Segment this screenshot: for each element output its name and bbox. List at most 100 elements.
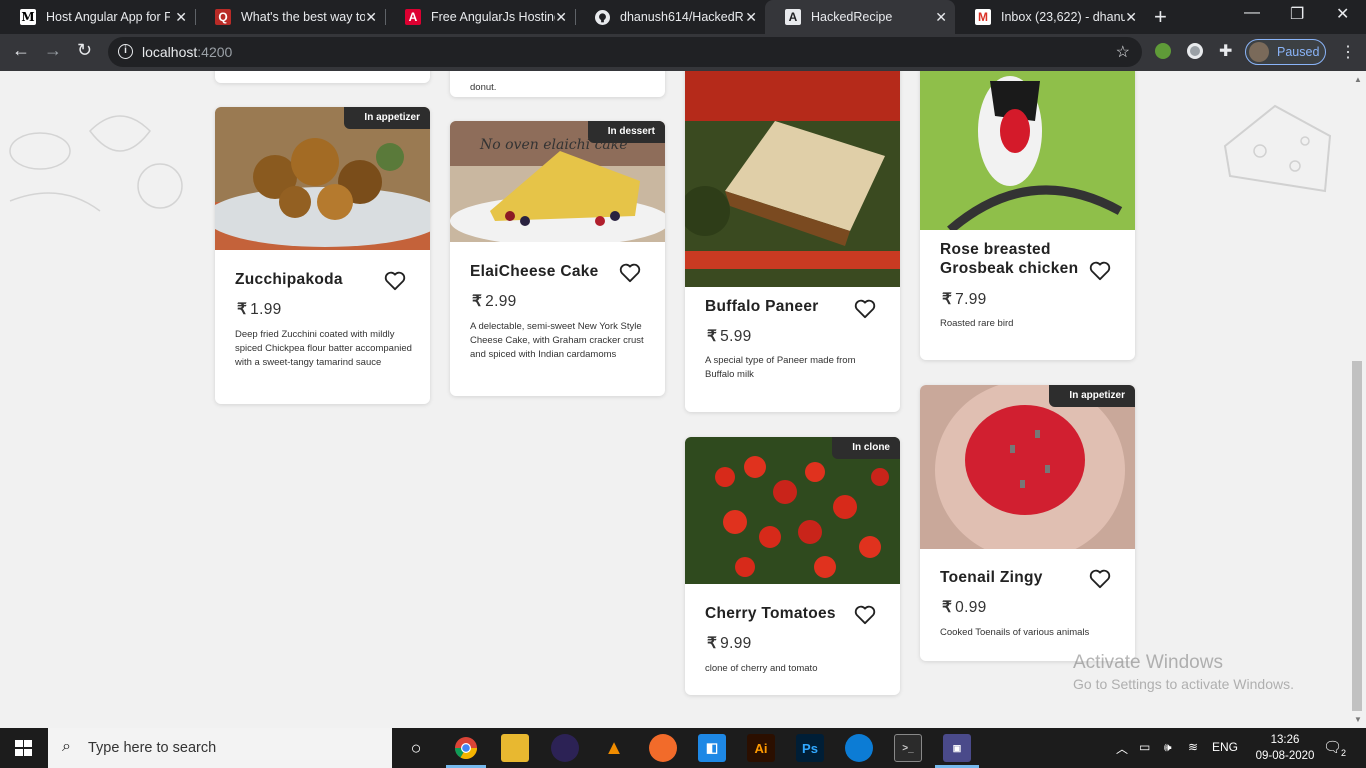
recipe-description: Deep fried Zucchini coated with mildly s…	[235, 329, 412, 368]
new-tab-plus-icon[interactable]: +	[1154, 4, 1167, 30]
cheese-doodle-icon	[1223, 104, 1332, 193]
recipe-card-partial[interactable]	[215, 71, 430, 83]
watermark-title: Activate Windows	[1073, 652, 1223, 673]
recipe-name: Rose breasted Grosbeak chicken	[940, 241, 1079, 277]
recipe-description: donut.	[470, 82, 497, 93]
extensions-puzzle-icon[interactable]: ✚	[1219, 41, 1232, 61]
eclipse-icon[interactable]	[551, 734, 579, 762]
page-scrollbar[interactable]: ▲ ▼	[1350, 71, 1366, 728]
minimize-icon[interactable]: —	[1244, 4, 1260, 22]
taskbar-search-box[interactable]: ⌕ Type here to search	[48, 728, 392, 768]
photoshop-icon[interactable]: Ps	[796, 734, 824, 762]
close-icon[interactable]: ✕	[935, 9, 947, 26]
url-port: :4200	[197, 44, 233, 60]
forward-arrow-icon[interactable]: →	[44, 40, 62, 61]
notification-center-icon[interactable]: 🗨	[1323, 738, 1342, 756]
angular-icon: A	[405, 9, 421, 25]
back-arrow-icon[interactable]: ←	[12, 40, 30, 61]
scroll-up-arrow-icon[interactable]: ▲	[1354, 75, 1362, 84]
tab-github[interactable]: dhanush614/HackedRe ✕	[575, 0, 765, 34]
extension-record-icon[interactable]	[1187, 43, 1203, 59]
recipe-card[interactable]: In appetizer Zucchipakoda ₹1.99 Deep fri…	[215, 107, 430, 404]
tab-gmail[interactable]: M Inbox (23,622) - dhanus ✕	[955, 0, 1145, 34]
menu-kebab-icon[interactable]: ⋮	[1340, 42, 1356, 62]
tab-title: Inbox (23,622) - dhanus	[1001, 10, 1125, 24]
recipe-card[interactable]: No oven elaichi cake In dessert ElaiChee…	[450, 121, 665, 396]
close-icon[interactable]: ✕	[175, 9, 187, 26]
file-explorer-icon[interactable]	[501, 734, 529, 762]
recipe-description: clone of cherry and tomato	[705, 663, 818, 674]
reload-icon[interactable]: ↻	[77, 40, 92, 61]
tab-host-angular[interactable]: M Host Angular App for F ✕	[0, 0, 195, 34]
heart-favorite-icon[interactable]	[854, 605, 876, 625]
scroll-down-arrow-icon[interactable]: ▼	[1354, 715, 1362, 724]
recipe-card[interactable]: In appetizer Toenail Zingy ₹0.99 Cooked …	[920, 385, 1135, 661]
close-window-icon[interactable]: ✕	[1336, 4, 1349, 24]
url-host: localhost	[142, 44, 198, 60]
clock-time: 13:26	[1270, 734, 1300, 746]
terminal-icon[interactable]: >_	[894, 734, 922, 762]
scrollbar-thumb[interactable]	[1352, 361, 1362, 711]
github-icon	[595, 9, 610, 25]
recipe-card[interactable]: Buffalo Paneer ₹5.99 A special type of P…	[685, 71, 900, 412]
close-icon[interactable]: ✕	[745, 9, 757, 26]
game-app-icon[interactable]: ▣	[943, 734, 971, 762]
restore-icon[interactable]: ❐	[1290, 4, 1304, 24]
edge-icon[interactable]	[845, 734, 873, 762]
price-value: 9.99	[720, 635, 752, 652]
recipe-page: donut. In appetizer Zucchipakoda ₹1.99 D…	[0, 71, 1350, 728]
recipe-card-partial[interactable]: donut.	[450, 71, 665, 97]
vlc-icon[interactable]: ▲	[600, 734, 628, 762]
chrome-icon[interactable]	[452, 734, 480, 762]
language-indicator[interactable]: ENG	[1212, 740, 1238, 754]
site-info-icon[interactable]: i	[118, 44, 133, 59]
toenail-photo	[920, 385, 1135, 549]
heart-favorite-icon[interactable]	[1089, 569, 1111, 589]
quora-icon: Q	[215, 9, 231, 25]
task-view-icon[interactable]: ○	[402, 734, 430, 762]
medium-icon: M	[20, 9, 36, 25]
tab-quora[interactable]: Q What's the best way to ✕	[195, 0, 385, 34]
recipe-price: ₹0.99	[942, 598, 987, 617]
tray-chevron-up-icon[interactable]: ︿	[1116, 740, 1128, 757]
address-bar[interactable]: i localhost:4200 ☆	[108, 37, 1142, 67]
tab-title: What's the best way to	[241, 10, 365, 24]
system-clock[interactable]: 13:26 09-08-2020	[1250, 732, 1320, 764]
recipe-price: ₹9.99	[707, 634, 752, 653]
rupee-icon: ₹	[237, 301, 248, 318]
avatar	[1249, 42, 1269, 62]
heart-favorite-icon[interactable]	[384, 271, 406, 291]
postman-icon[interactable]	[649, 734, 677, 762]
windows-start-icon[interactable]	[15, 740, 32, 756]
bookmark-star-icon[interactable]: ☆	[1116, 42, 1130, 62]
clock-date: 09-08-2020	[1255, 750, 1315, 762]
price-value: 0.99	[955, 599, 987, 616]
illustrator-icon[interactable]: Ai	[747, 734, 775, 762]
editor-app-icon[interactable]: ◧	[698, 734, 726, 762]
close-icon[interactable]: ✕	[1125, 9, 1137, 26]
close-icon[interactable]: ✕	[365, 9, 377, 26]
browser-toolbar: ← → ↻ i localhost:4200 ☆ ✚ Paused ⋮	[0, 34, 1366, 71]
battery-icon[interactable]: ▭	[1139, 740, 1150, 754]
wifi-icon[interactable]: ≋	[1188, 740, 1198, 754]
tab-angular-hosting[interactable]: A Free AngularJs Hosting ✕	[385, 0, 575, 34]
recipe-card[interactable]: In clone Cherry Tomatoes ₹9.99 clone of …	[685, 437, 900, 695]
extension-green-icon[interactable]	[1155, 43, 1171, 59]
recipe-card[interactable]: Rose breasted Grosbeak chicken ₹7.99 Roa…	[920, 71, 1135, 360]
recipe-description: A special type of Paneer made from Buffa…	[705, 355, 856, 380]
heart-favorite-icon[interactable]	[854, 299, 876, 319]
close-icon[interactable]: ✕	[555, 9, 567, 26]
price-value: 2.99	[485, 293, 517, 310]
category-badge: In dessert	[587, 121, 665, 143]
heart-favorite-icon[interactable]	[619, 263, 641, 283]
url-text[interactable]: localhost:4200	[142, 44, 232, 60]
search-icon: ⌕	[62, 738, 71, 755]
category-badge: In appetizer	[344, 107, 430, 129]
price-value: 5.99	[720, 328, 752, 345]
tab-title: Host Angular App for F	[46, 10, 170, 24]
profile-button[interactable]: Paused	[1245, 39, 1326, 65]
volume-icon[interactable]: 🕪	[1164, 740, 1172, 755]
tab-hackedrecipe[interactable]: A HackedRecipe ✕	[765, 0, 955, 34]
recipe-description: A delectable, semi-sweet New York Style …	[470, 321, 644, 360]
heart-favorite-icon[interactable]	[1089, 261, 1111, 281]
